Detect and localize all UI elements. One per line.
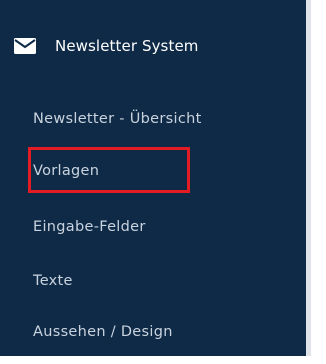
envelope-icon	[13, 37, 37, 55]
newsletter-system-header[interactable]: Newsletter System	[13, 33, 199, 59]
menu-item-newsletter-uebersicht[interactable]: Newsletter - Übersicht	[33, 105, 202, 133]
section-title: Newsletter System	[55, 37, 199, 55]
sidebar: Newsletter System Newsletter - Übersicht…	[0, 0, 311, 356]
menu-item-texte[interactable]: Texte	[33, 267, 73, 295]
menu-item-vorlagen[interactable]: Vorlagen	[33, 157, 99, 185]
menu-item-eingabe-felder[interactable]: Eingabe-Felder	[33, 213, 146, 241]
menu-item-aussehen-design[interactable]: Aussehen / Design	[33, 318, 173, 346]
